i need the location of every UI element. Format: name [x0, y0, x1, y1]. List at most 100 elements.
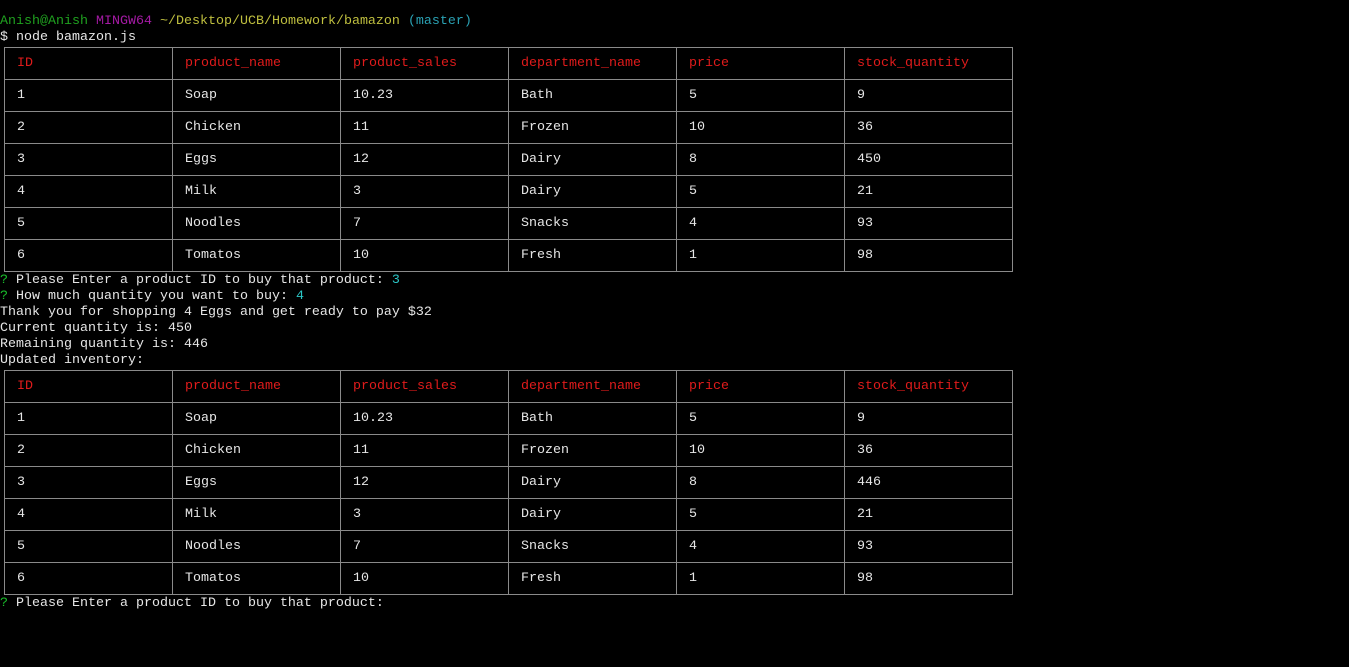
table-cell: 21	[844, 175, 1013, 208]
table-cell: 93	[844, 207, 1013, 240]
terminal-output: Anish@Anish MINGW64 ~/Desktop/UCB/Homewo…	[0, 14, 1349, 612]
table-cell: 10	[676, 434, 845, 467]
table-cell: 7	[340, 207, 509, 240]
table-cell: Soap	[172, 402, 341, 435]
table-row: 2 Chicken 11 Frozen 10 36	[4, 434, 1013, 467]
table-cell: 98	[844, 562, 1013, 595]
answer: 4	[295, 289, 304, 304]
table-cell: 36	[844, 434, 1013, 467]
table-cell: Snacks	[508, 530, 677, 563]
column-header: stock_quantity	[844, 47, 1013, 80]
table-cell: 1	[4, 79, 173, 112]
column-header: product_name	[172, 370, 341, 403]
table-cell: 36	[844, 111, 1013, 144]
table-cell: 2	[4, 434, 173, 467]
question-mark: ?	[0, 596, 8, 611]
table-cell: 5	[4, 207, 173, 240]
table-cell: 10.23	[340, 402, 509, 435]
table-cell: Eggs	[172, 143, 341, 176]
prompt-branch: (master)	[407, 14, 472, 29]
table-cell: Dairy	[508, 175, 677, 208]
table-row: 4 Milk 3 Dairy 5 21	[4, 175, 1013, 208]
table-row: 5 Noodles 7 Snacks 4 93	[4, 530, 1013, 563]
table-cell: 450	[844, 143, 1013, 176]
table-cell: Dairy	[508, 143, 677, 176]
table-cell: 4	[676, 207, 845, 240]
table-cell: 10	[676, 111, 845, 144]
column-header: price	[676, 370, 845, 403]
table-cell: Noodles	[172, 207, 341, 240]
answer: 3	[391, 273, 400, 288]
table-cell: 3	[340, 175, 509, 208]
prompt-user: Anish@Anish	[0, 14, 88, 29]
table-cell: 7	[340, 530, 509, 563]
prompt-path: ~/Desktop/UCB/Homework/bamazon	[159, 14, 400, 29]
table-row: 6 Tomatos 10 Fresh 1 98	[4, 562, 1013, 595]
table-cell: 9	[844, 402, 1013, 435]
table-header-row: ID product_name product_sales department_na…	[4, 47, 1013, 80]
table-row: 3 Eggs 12 Dairy 8 446	[4, 466, 1013, 499]
table-cell: 4	[676, 530, 845, 563]
table-cell: Frozen	[508, 434, 677, 467]
inventory-table-after: ID product_name product_sales department_na…	[4, 370, 1013, 595]
prompt-system: MINGW64	[95, 14, 152, 29]
table-cell: 10	[340, 239, 509, 272]
table-cell: 1	[4, 402, 173, 435]
table-cell: 93	[844, 530, 1013, 563]
table-cell: Bath	[508, 402, 677, 435]
table-cell: 2	[4, 111, 173, 144]
table-cell: 5	[4, 530, 173, 563]
table-row: 6 Tomatos 10 Fresh 1 98	[4, 239, 1013, 272]
table-cell: Milk	[172, 175, 341, 208]
message-line: Thank you for shopping 4 Eggs and get re…	[0, 305, 432, 320]
table-cell: 10	[340, 562, 509, 595]
question-mark: ?	[0, 273, 8, 288]
question-text: Please Enter a product ID to buy that pr…	[8, 596, 384, 611]
table-cell: 3	[4, 466, 173, 499]
table-cell: 3	[4, 143, 173, 176]
table-row: 1 Soap 10.23 Bath 5 9	[4, 402, 1013, 435]
question-text: How much quantity you want to buy:	[8, 289, 296, 304]
table-row: 2 Chicken 11 Frozen 10 36	[4, 111, 1013, 144]
table-cell: 10.23	[340, 79, 509, 112]
table-cell: 1	[676, 239, 845, 272]
question-mark: ?	[0, 289, 8, 304]
table-row: 4 Milk 3 Dairy 5 21	[4, 498, 1013, 531]
table-cell: Soap	[172, 79, 341, 112]
table-cell: Fresh	[508, 239, 677, 272]
table-cell: 5	[676, 402, 845, 435]
command-line: $ node bamazon.js	[0, 30, 136, 45]
table-cell: Dairy	[508, 466, 677, 499]
table-cell: 5	[676, 175, 845, 208]
table-cell: Tomatos	[172, 562, 341, 595]
column-header: product_name	[172, 47, 341, 80]
table-cell: 3	[340, 498, 509, 531]
question-product-id-input[interactable]: ? Please Enter a product ID to buy that …	[0, 596, 1349, 612]
table-cell: 5	[676, 498, 845, 531]
message-line: Updated inventory:	[0, 353, 144, 368]
column-header: ID	[4, 47, 173, 80]
shell-prompt: Anish@Anish MINGW64 ~/Desktop/UCB/Homewo…	[0, 14, 1349, 30]
table-cell: 12	[340, 143, 509, 176]
table-cell: 5	[676, 79, 845, 112]
question-text: Please Enter a product ID to buy that pr…	[8, 273, 392, 288]
table-cell: 8	[676, 466, 845, 499]
table-cell: 446	[844, 466, 1013, 499]
column-header: ID	[4, 370, 173, 403]
column-header: department_name	[508, 370, 677, 403]
table-row: 5 Noodles 7 Snacks 4 93	[4, 207, 1013, 240]
table-cell: 8	[676, 143, 845, 176]
table-cell: 11	[340, 111, 509, 144]
table-cell: Noodles	[172, 530, 341, 563]
table-cell: Fresh	[508, 562, 677, 595]
column-header: price	[676, 47, 845, 80]
column-header: product_sales	[340, 370, 509, 403]
table-cell: Chicken	[172, 434, 341, 467]
table-cell: 6	[4, 562, 173, 595]
table-cell: 98	[844, 239, 1013, 272]
column-header: product_sales	[340, 47, 509, 80]
table-cell: Chicken	[172, 111, 341, 144]
question-product-id: ? Please Enter a product ID to buy that …	[0, 273, 1349, 289]
table-header-row: ID product_name product_sales department_na…	[4, 370, 1013, 403]
table-cell: 4	[4, 175, 173, 208]
